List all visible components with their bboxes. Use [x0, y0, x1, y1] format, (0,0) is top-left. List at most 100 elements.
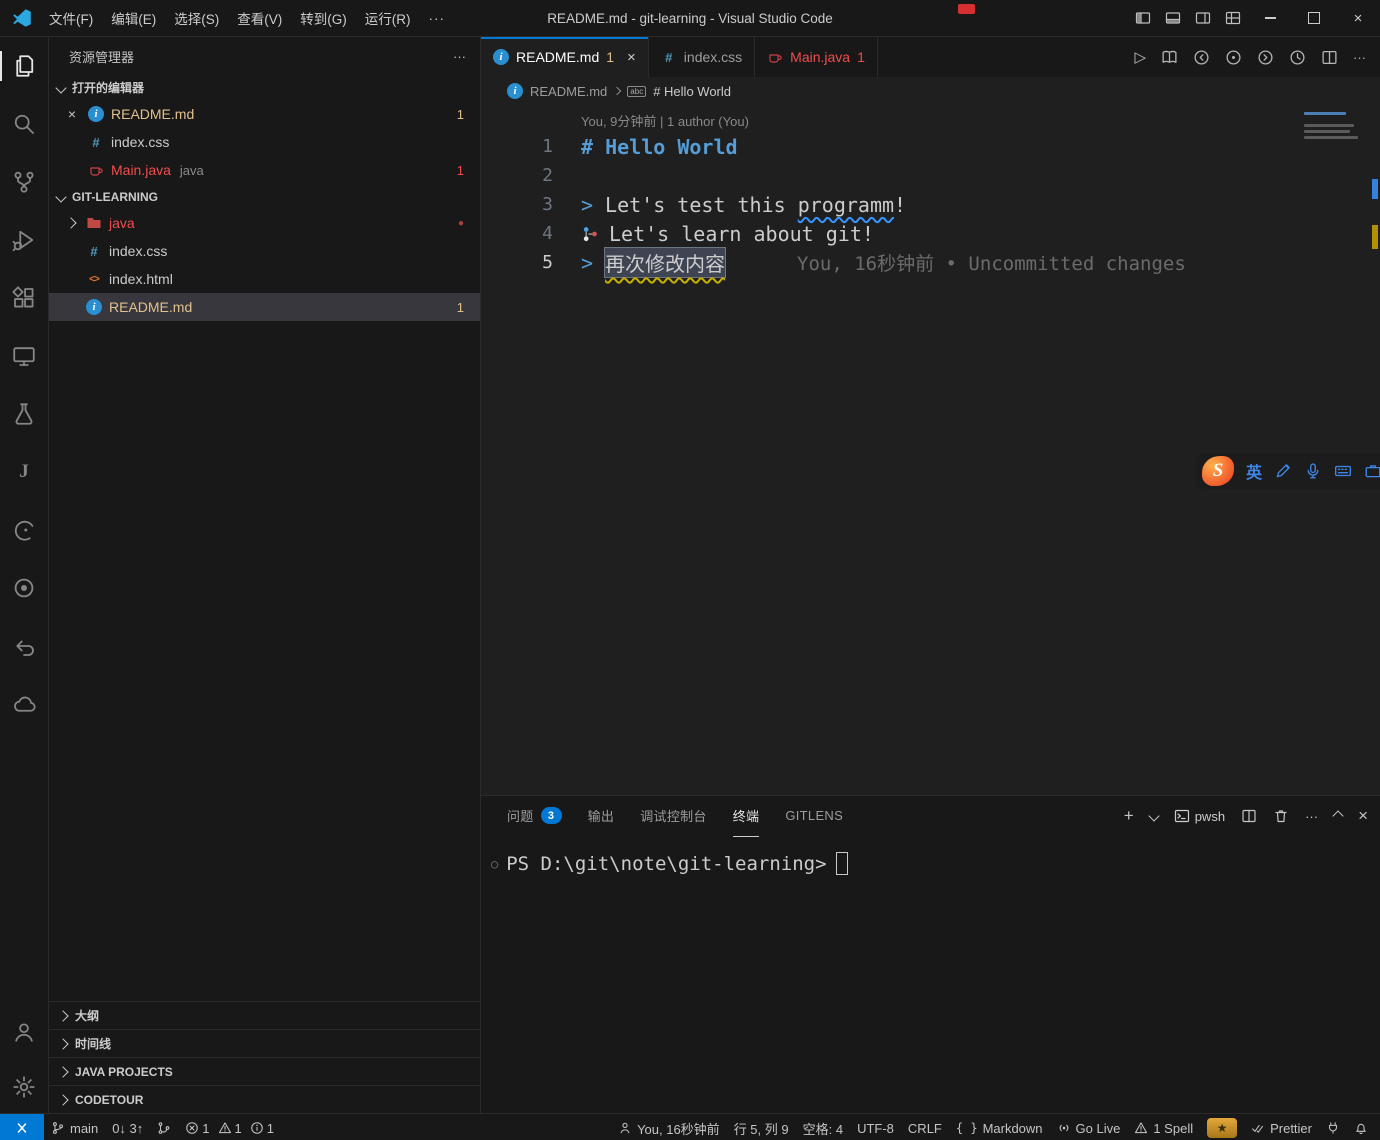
language-mode[interactable]: { } Markdown [949, 1114, 1050, 1140]
java-projects-section[interactable]: JAVA PROJECTS [49, 1057, 480, 1085]
command-decoration-icon[interactable]: ○ [491, 857, 498, 871]
run-file-icon[interactable]: ▷ [1134, 48, 1146, 66]
prettier-status[interactable]: Prettier [1244, 1114, 1319, 1140]
split-terminal-icon[interactable] [1241, 808, 1257, 824]
close-panel-icon[interactable]: × [1358, 806, 1368, 826]
code-line-3[interactable]: 3 >Let's test this programm! [481, 190, 1380, 219]
codetour-section[interactable]: CODETOUR [49, 1085, 480, 1113]
panel-more-actions-icon[interactable]: ··· [1305, 809, 1318, 824]
toggle-secondary-sidebar-icon[interactable] [1188, 3, 1218, 33]
terminal-instance[interactable]: pwsh [1174, 808, 1225, 824]
next-change-icon[interactable] [1257, 49, 1274, 66]
ime-toolbar[interactable]: S 英 [1196, 453, 1380, 489]
more-actions-icon[interactable]: ··· [1353, 50, 1366, 65]
breadcrumb-symbol[interactable]: # Hello World [653, 84, 731, 99]
open-editor-mainjava[interactable]: Main.java java 1 [49, 156, 480, 184]
gitlens-icon[interactable] [0, 617, 48, 675]
explorer-more-actions-icon[interactable]: ··· [453, 49, 466, 64]
tab-readme[interactable]: i README.md 1 × [481, 37, 649, 77]
breadcrumb-file[interactable]: README.md [530, 84, 607, 99]
panel-tab-output[interactable]: 输出 [588, 796, 615, 837]
menu-file[interactable]: 文件(F) [40, 3, 102, 33]
minimize-button[interactable] [1248, 0, 1292, 36]
extensions-icon[interactable] [0, 269, 48, 327]
plug-icon[interactable] [1319, 1114, 1347, 1140]
testing-icon[interactable] [0, 385, 48, 443]
indentation[interactable]: 空格: 4 [796, 1114, 850, 1140]
go-live[interactable]: Go Live [1050, 1114, 1128, 1140]
pen-icon[interactable] [1274, 462, 1292, 480]
open-editors-header[interactable]: 打开的编辑器 [49, 75, 480, 100]
customize-layout-icon[interactable] [1218, 3, 1248, 33]
gradle-icon[interactable] [0, 501, 48, 559]
close-window-button[interactable]: × [1336, 0, 1380, 36]
kill-terminal-icon[interactable] [1273, 808, 1289, 824]
compare-icon[interactable] [1225, 49, 1242, 66]
gitlens-codelens[interactable]: You, 9分钟前 | 1 author (You) [581, 111, 1380, 130]
code-line-4[interactable]: 4 Let's learn about git! [481, 219, 1380, 248]
ime-language-toggle[interactable]: 英 [1246, 459, 1262, 483]
terminal-dropdown-icon[interactable] [1148, 810, 1159, 821]
gitlens-blame-status[interactable]: You, 16秒钟前 [611, 1114, 727, 1140]
spell-checker[interactable]: 1 Spell [1127, 1114, 1200, 1140]
accounts-icon[interactable] [0, 1003, 48, 1061]
outline-section[interactable]: 大纲 [49, 1001, 480, 1029]
menu-selection[interactable]: 选择(S) [165, 3, 228, 33]
eol[interactable]: CRLF [901, 1114, 949, 1140]
explorer-icon[interactable] [0, 37, 48, 95]
remote-indicator[interactable] [0, 1114, 44, 1140]
tab-indexcss[interactable]: # index.css [649, 37, 755, 77]
encoding[interactable]: UTF-8 [850, 1114, 901, 1140]
previous-change-icon[interactable] [1193, 49, 1210, 66]
code-line-5[interactable]: 5 >再次修改内容You, 16秒钟前 • Uncommitted change… [481, 248, 1380, 277]
gitlens-inline-blame[interactable]: You, 16秒钟前 • Uncommitted changes [797, 249, 1186, 276]
cursor-position[interactable]: 行 5, 列 9 [727, 1114, 796, 1140]
branch-indicator[interactable]: main [44, 1114, 105, 1140]
menu-run[interactable]: 运行(R) [356, 3, 420, 33]
close-tab-icon[interactable]: × [627, 49, 636, 66]
maximize-button[interactable] [1292, 0, 1336, 36]
file-history-icon[interactable] [1289, 49, 1306, 66]
new-terminal-icon[interactable]: + [1124, 806, 1134, 826]
microphone-icon[interactable] [1304, 462, 1322, 480]
open-editor-readme[interactable]: × i README.md 1 [49, 100, 480, 128]
timeline-section[interactable]: 时间线 [49, 1029, 480, 1057]
menu-edit[interactable]: 编辑(E) [102, 3, 165, 33]
tab-mainjava[interactable]: Main.java 1 [755, 37, 878, 77]
panel-tab-terminal[interactable]: 终端 [733, 796, 760, 837]
menu-go[interactable]: 转到(G) [291, 3, 356, 33]
search-icon[interactable] [0, 95, 48, 153]
notifications-bell-icon[interactable] [1347, 1114, 1380, 1140]
panel-tab-problems[interactable]: 问题 3 [507, 796, 562, 837]
maximize-panel-icon[interactable] [1332, 810, 1343, 821]
problems-indicator[interactable]: 1 1 1 [178, 1114, 286, 1140]
open-preview-icon[interactable] [1161, 49, 1178, 66]
toggle-panel-icon[interactable] [1158, 3, 1188, 33]
open-editor-indexcss[interactable]: # index.css [49, 128, 480, 156]
panel-tab-gitlens[interactable]: GITLENS [785, 796, 843, 837]
workspace-folder-header[interactable]: GIT-LEARNING [49, 184, 480, 209]
run-debug-icon[interactable] [0, 211, 48, 269]
java-extension-icon[interactable]: J [0, 443, 48, 501]
tree-item-indexhtml[interactable]: <> index.html [49, 265, 480, 293]
tree-item-readme-selected[interactable]: i README.md 1 [49, 293, 480, 321]
split-editor-icon[interactable] [1321, 49, 1338, 66]
codetour-icon[interactable] [0, 559, 48, 617]
sogou-logo-icon[interactable]: S [1202, 456, 1234, 486]
close-editor-icon[interactable]: × [63, 106, 81, 122]
code-editor[interactable]: You, 9分钟前 | 1 author (You) 1 # Hello Wor… [481, 105, 1380, 795]
code-line-1[interactable]: 1 # Hello World [481, 132, 1380, 161]
sync-indicator[interactable]: 0↓ 3↑ [105, 1114, 150, 1140]
git-graph-icon[interactable] [150, 1114, 178, 1140]
panel-tab-debug-console[interactable]: 调试控制台 [640, 796, 707, 837]
toolbox-icon[interactable] [1364, 462, 1380, 480]
docker-icon[interactable] [0, 675, 48, 733]
terminal-content[interactable]: ○ PS D:\git\note\git-learning> [481, 836, 1380, 875]
menu-overflow-icon[interactable]: ··· [420, 6, 455, 31]
tree-item-indexcss[interactable]: # index.css [49, 237, 480, 265]
settings-gear-icon[interactable] [0, 1061, 48, 1113]
minimap[interactable] [1304, 109, 1364, 142]
gold-extension-icon[interactable]: ★ [1200, 1114, 1244, 1140]
menu-view[interactable]: 查看(V) [228, 3, 291, 33]
toggle-sidebar-icon[interactable] [1128, 3, 1158, 33]
